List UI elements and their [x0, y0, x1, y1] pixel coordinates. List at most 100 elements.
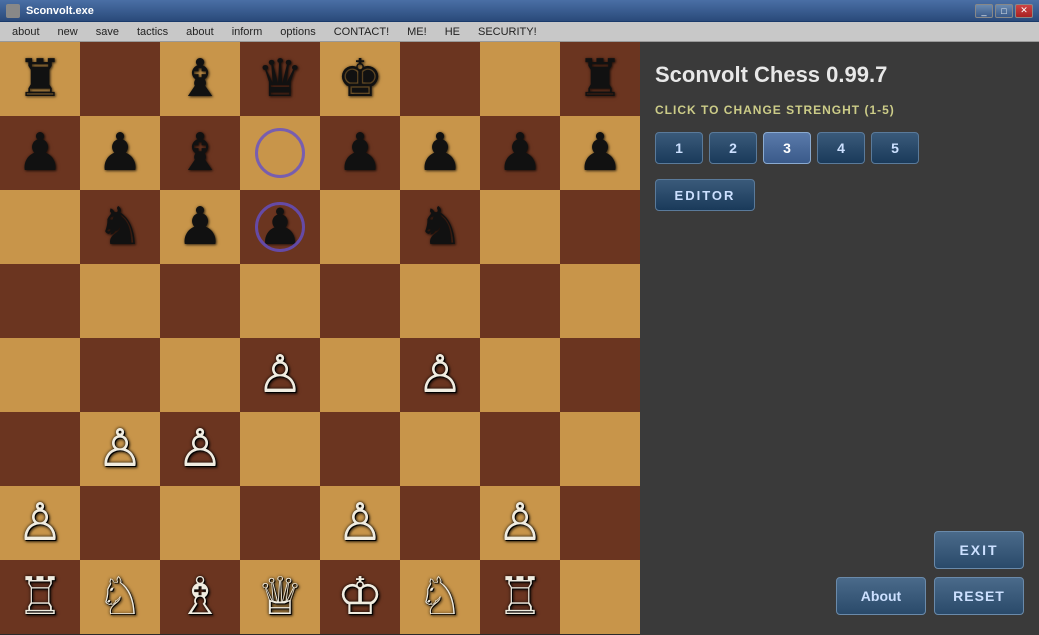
- cell-2-0[interactable]: [0, 190, 80, 264]
- cell-7-1[interactable]: ♘: [80, 560, 160, 634]
- strength-4-button[interactable]: 4: [817, 132, 865, 164]
- menu-about[interactable]: about: [4, 24, 48, 40]
- cell-1-5[interactable]: ♟: [400, 116, 480, 190]
- cell-5-5[interactable]: [400, 412, 480, 486]
- cell-5-1[interactable]: ♙: [80, 412, 160, 486]
- menu-options[interactable]: options: [272, 24, 323, 40]
- titlebar-title: Sconvolt.exe: [26, 5, 94, 17]
- maximize-button[interactable]: □: [995, 4, 1013, 18]
- cell-7-2[interactable]: ♗: [160, 560, 240, 634]
- cell-6-6[interactable]: ♙: [480, 486, 560, 560]
- strength-5-button[interactable]: 5: [871, 132, 919, 164]
- strength-1-button[interactable]: 1: [655, 132, 703, 164]
- about-button[interactable]: About: [836, 577, 926, 615]
- cell-5-2[interactable]: ♙: [160, 412, 240, 486]
- cell-0-2[interactable]: ♝: [160, 42, 240, 116]
- cell-4-7[interactable]: [560, 338, 640, 412]
- cell-6-3[interactable]: [240, 486, 320, 560]
- cell-0-6[interactable]: [480, 42, 560, 116]
- cell-6-2[interactable]: [160, 486, 240, 560]
- strength-2-button[interactable]: 2: [709, 132, 757, 164]
- strength-3-button[interactable]: 3: [763, 132, 811, 164]
- cell-3-2[interactable]: [160, 264, 240, 338]
- chess-board[interactable]: ♜♝♛♚♜♟♟♝♟♟♟♟♞♟♟♞♙♙♙♙♙♙♙♖♘♗♕♔♘♖: [0, 42, 640, 634]
- panel-spacer: [655, 226, 1024, 516]
- reset-button[interactable]: RESET: [934, 577, 1024, 615]
- cell-7-3[interactable]: ♕: [240, 560, 320, 634]
- menu-tactics[interactable]: tactics: [129, 24, 176, 40]
- cell-0-0[interactable]: ♜: [0, 42, 80, 116]
- cell-7-5[interactable]: ♘: [400, 560, 480, 634]
- cell-1-1[interactable]: ♟: [80, 116, 160, 190]
- strength-label: CLICK TO CHANGE STRENGHT (1-5): [655, 103, 1024, 117]
- cell-7-4[interactable]: ♔: [320, 560, 400, 634]
- cell-1-0[interactable]: ♟: [0, 116, 80, 190]
- cell-1-4[interactable]: ♟: [320, 116, 400, 190]
- menu-me[interactable]: ME!: [399, 24, 435, 40]
- cell-2-2[interactable]: ♟: [160, 190, 240, 264]
- cell-2-3[interactable]: ♟: [240, 190, 320, 264]
- cell-4-3[interactable]: ♙: [240, 338, 320, 412]
- cell-2-4[interactable]: [320, 190, 400, 264]
- minimize-button[interactable]: _: [975, 4, 993, 18]
- cell-4-0[interactable]: [0, 338, 80, 412]
- cell-4-4[interactable]: [320, 338, 400, 412]
- app-icon: [6, 4, 20, 18]
- cell-5-4[interactable]: [320, 412, 400, 486]
- cell-6-1[interactable]: [80, 486, 160, 560]
- cell-3-4[interactable]: [320, 264, 400, 338]
- menu-contact[interactable]: CONTACT!: [326, 24, 397, 40]
- bottom-row: About RESET: [836, 577, 1024, 615]
- cell-6-5[interactable]: [400, 486, 480, 560]
- cell-0-4[interactable]: ♚: [320, 42, 400, 116]
- menu-save[interactable]: save: [88, 24, 127, 40]
- menu-inform[interactable]: inform: [224, 24, 271, 40]
- exit-button[interactable]: EXIT: [934, 531, 1024, 569]
- menu-he[interactable]: HE: [437, 24, 468, 40]
- cell-1-3[interactable]: [240, 116, 320, 190]
- cell-4-5[interactable]: ♙: [400, 338, 480, 412]
- cell-3-7[interactable]: [560, 264, 640, 338]
- titlebar: Sconvolt.exe _ □ ✕: [0, 0, 1039, 22]
- cell-2-7[interactable]: [560, 190, 640, 264]
- game-title: Sconvolt Chess 0.99.7: [655, 62, 1024, 88]
- cell-6-7[interactable]: [560, 486, 640, 560]
- cell-0-1[interactable]: [80, 42, 160, 116]
- cell-2-1[interactable]: ♞: [80, 190, 160, 264]
- close-button[interactable]: ✕: [1015, 4, 1033, 18]
- board-container: ♜♝♛♚♜♟♟♝♟♟♟♟♞♟♟♞♙♙♙♙♙♙♙♖♘♗♕♔♘♖: [0, 42, 640, 635]
- cell-7-7[interactable]: [560, 560, 640, 634]
- cell-4-6[interactable]: [480, 338, 560, 412]
- cell-3-3[interactable]: [240, 264, 320, 338]
- titlebar-buttons: _ □ ✕: [975, 4, 1033, 18]
- cell-1-6[interactable]: ♟: [480, 116, 560, 190]
- cell-5-6[interactable]: [480, 412, 560, 486]
- cell-3-6[interactable]: [480, 264, 560, 338]
- cell-4-2[interactable]: [160, 338, 240, 412]
- cell-3-1[interactable]: [80, 264, 160, 338]
- cell-0-7[interactable]: ♜: [560, 42, 640, 116]
- cell-6-0[interactable]: ♙: [0, 486, 80, 560]
- cell-5-3[interactable]: [240, 412, 320, 486]
- cell-2-6[interactable]: [480, 190, 560, 264]
- cell-7-6[interactable]: ♖: [480, 560, 560, 634]
- cell-0-3[interactable]: ♛: [240, 42, 320, 116]
- cell-4-1[interactable]: [80, 338, 160, 412]
- cell-5-7[interactable]: [560, 412, 640, 486]
- menu-about2[interactable]: about: [178, 24, 222, 40]
- cell-2-5[interactable]: ♞: [400, 190, 480, 264]
- cell-5-0[interactable]: [0, 412, 80, 486]
- main-area: ♜♝♛♚♜♟♟♝♟♟♟♟♞♟♟♞♙♙♙♙♙♙♙♖♘♗♕♔♘♖ Sconvolt …: [0, 42, 1039, 635]
- cell-1-2[interactable]: ♝: [160, 116, 240, 190]
- menu-new[interactable]: new: [50, 24, 86, 40]
- cell-0-5[interactable]: [400, 42, 480, 116]
- cell-6-4[interactable]: ♙: [320, 486, 400, 560]
- cell-3-0[interactable]: [0, 264, 80, 338]
- cell-3-5[interactable]: [400, 264, 480, 338]
- menu-security[interactable]: SECURITY!: [470, 24, 545, 40]
- cell-1-7[interactable]: ♟: [560, 116, 640, 190]
- right-panel: Sconvolt Chess 0.99.7 CLICK TO CHANGE ST…: [640, 42, 1039, 635]
- bottom-buttons: EXIT About RESET: [655, 531, 1024, 615]
- editor-button[interactable]: EDITOR: [655, 179, 755, 211]
- cell-7-0[interactable]: ♖: [0, 560, 80, 634]
